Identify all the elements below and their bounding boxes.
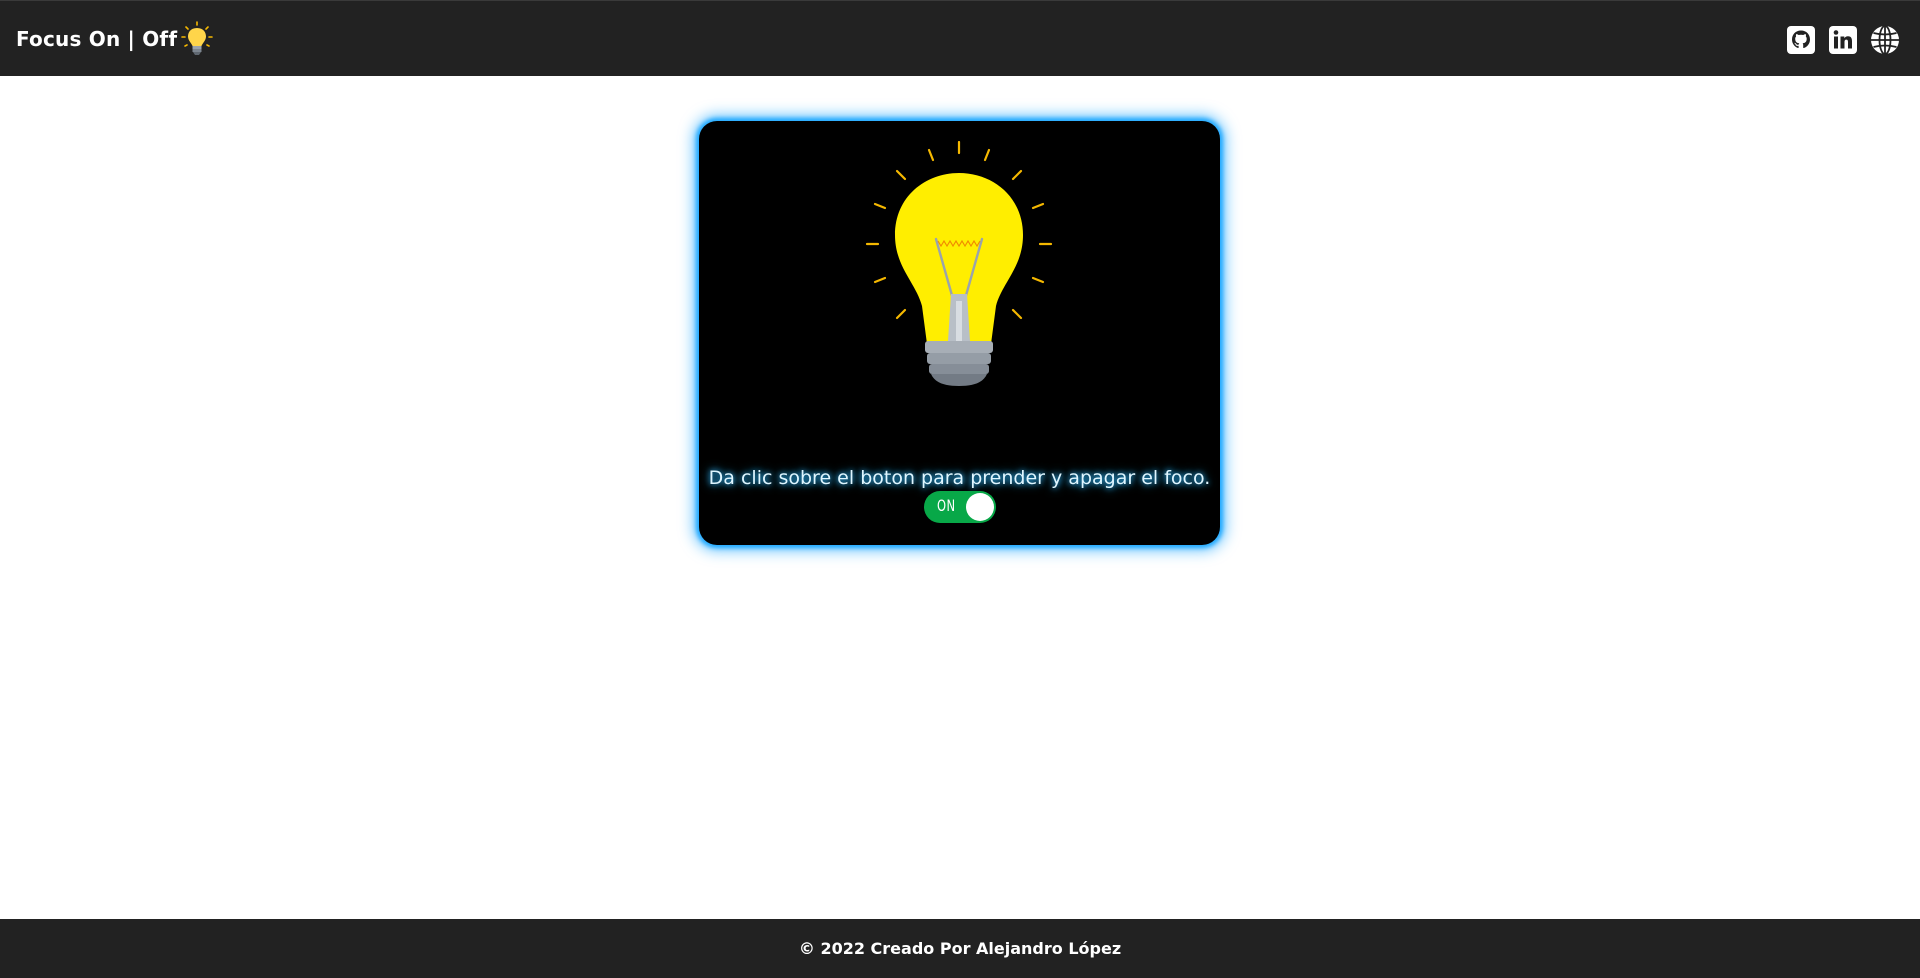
instruction-text: Da clic sobre el boton para prender y ap… [708, 467, 1211, 489]
linkedin-icon[interactable] [1828, 25, 1858, 55]
github-icon[interactable] [1786, 25, 1816, 55]
footer: © 2022 Creado Por Alejandro López [0, 919, 1920, 978]
footer-copyright: © 2022 Creado Por Alejandro López [798, 939, 1122, 958]
light-toggle-switch[interactable]: ON [924, 491, 996, 523]
lightbulb-icon [181, 21, 213, 55]
navbar: Focus On | Off [0, 0, 1920, 76]
globe-icon[interactable] [1870, 25, 1900, 55]
social-links [1786, 25, 1900, 55]
toggle-label: ON [937, 496, 956, 515]
brand-title: Focus On | Off [16, 27, 178, 51]
lamp-card: Da clic sobre el boton para prender y ap… [699, 121, 1220, 545]
toggle-knob [966, 493, 994, 521]
lightbulb-icon [865, 141, 1053, 386]
